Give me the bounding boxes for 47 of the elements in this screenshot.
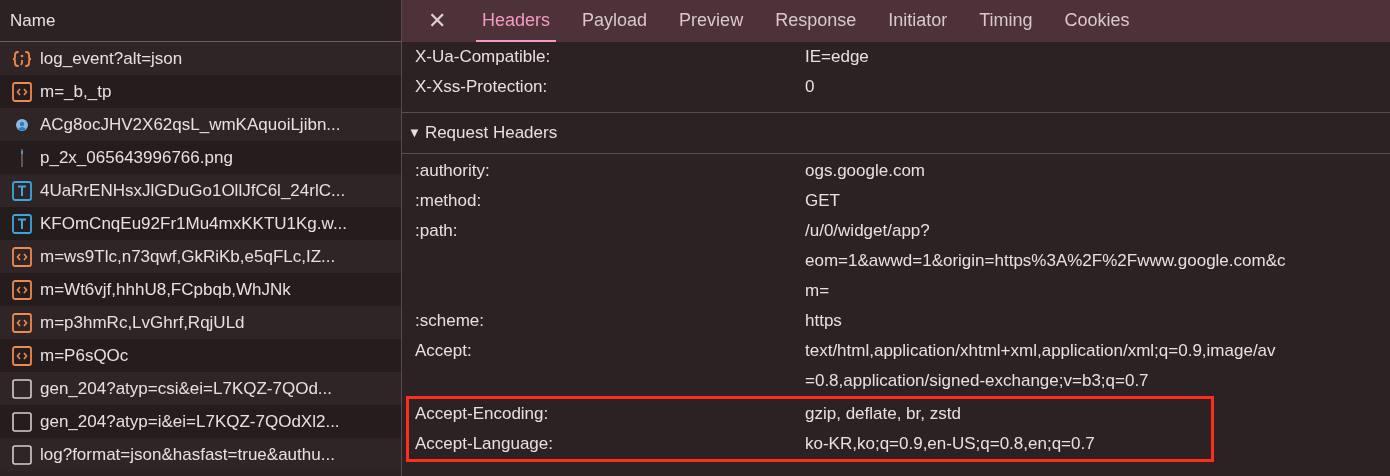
request-row[interactable]: p_2x_065643996766.png bbox=[0, 141, 401, 174]
header-value: text/html,application/xhtml+xml,application/xml;q=0.9,image/av bbox=[805, 340, 1276, 362]
section-title: Request Headers bbox=[424, 122, 558, 145]
script-icon bbox=[12, 81, 32, 102]
document-icon bbox=[12, 411, 32, 432]
header-value: =0.8,application/signed-exchange;v=b3;q=0.7 bbox=[805, 370, 1150, 392]
font-icon bbox=[12, 180, 32, 201]
header-name: X-Xss-Protection: bbox=[414, 76, 549, 98]
header-value: 0 bbox=[805, 76, 815, 98]
header-value: m= bbox=[805, 280, 831, 302]
tab[interactable]: Response bbox=[775, 0, 857, 42]
header-name: X-Ua-Compatible: bbox=[414, 46, 552, 68]
header-name: :authority: bbox=[414, 160, 491, 182]
script-icon bbox=[12, 345, 32, 366]
tab[interactable]: Headers bbox=[476, 0, 557, 42]
request-row[interactable]: m=P6sQOc bbox=[0, 339, 401, 372]
header-name: :scheme: bbox=[414, 310, 485, 332]
header-value: https bbox=[805, 310, 842, 332]
header-value: IE=edge bbox=[805, 46, 869, 68]
header-value: gzip, deflate, br, zstd bbox=[805, 403, 961, 425]
script-icon bbox=[12, 312, 32, 333]
script-icon bbox=[12, 246, 32, 267]
header-name: Accept-Encoding: bbox=[414, 403, 550, 425]
header-value: /u/0/widget/app? bbox=[805, 220, 931, 242]
tab[interactable]: Cookies bbox=[1064, 0, 1130, 42]
request-row[interactable]: gen_204?atyp=i&ei=L7KQZ-7QOdXl2... bbox=[0, 405, 401, 438]
tab[interactable]: Payload bbox=[582, 0, 648, 42]
header-value: GET bbox=[805, 190, 840, 212]
request-row[interactable]: m=Wt6vjf,hhhU8,FCpbqb,WhJNk bbox=[0, 273, 401, 306]
tab[interactable]: Initiator bbox=[888, 0, 948, 42]
header-name: Accept-Language: bbox=[414, 433, 554, 455]
document-icon bbox=[12, 378, 32, 399]
header-name: Accept: bbox=[414, 340, 473, 362]
header-value: eom=1&awwd=1&origin=https%3A%2F%2Fwww.google.com&c bbox=[805, 250, 1286, 272]
header-name: :method: bbox=[414, 190, 483, 212]
request-row[interactable]: KFOmCnqEu92Fr1Mu4mxKKTU1Kg.w... bbox=[0, 207, 401, 240]
column-header[interactable]: Name bbox=[10, 7, 56, 34]
document-icon bbox=[12, 444, 32, 465]
header-value: ogs.google.com bbox=[805, 160, 926, 182]
json-icon bbox=[12, 49, 32, 68]
script-icon bbox=[12, 279, 32, 300]
request-row[interactable]: m=_b,_tp bbox=[0, 75, 401, 108]
header-name: :path: bbox=[414, 220, 459, 242]
tab[interactable]: Timing bbox=[979, 0, 1033, 42]
font-icon bbox=[12, 213, 32, 234]
header-value: ko-KR,ko;q=0.9,en-US;q=0.8,en;q=0.7 bbox=[805, 433, 1095, 455]
tab[interactable]: Preview bbox=[679, 0, 744, 42]
